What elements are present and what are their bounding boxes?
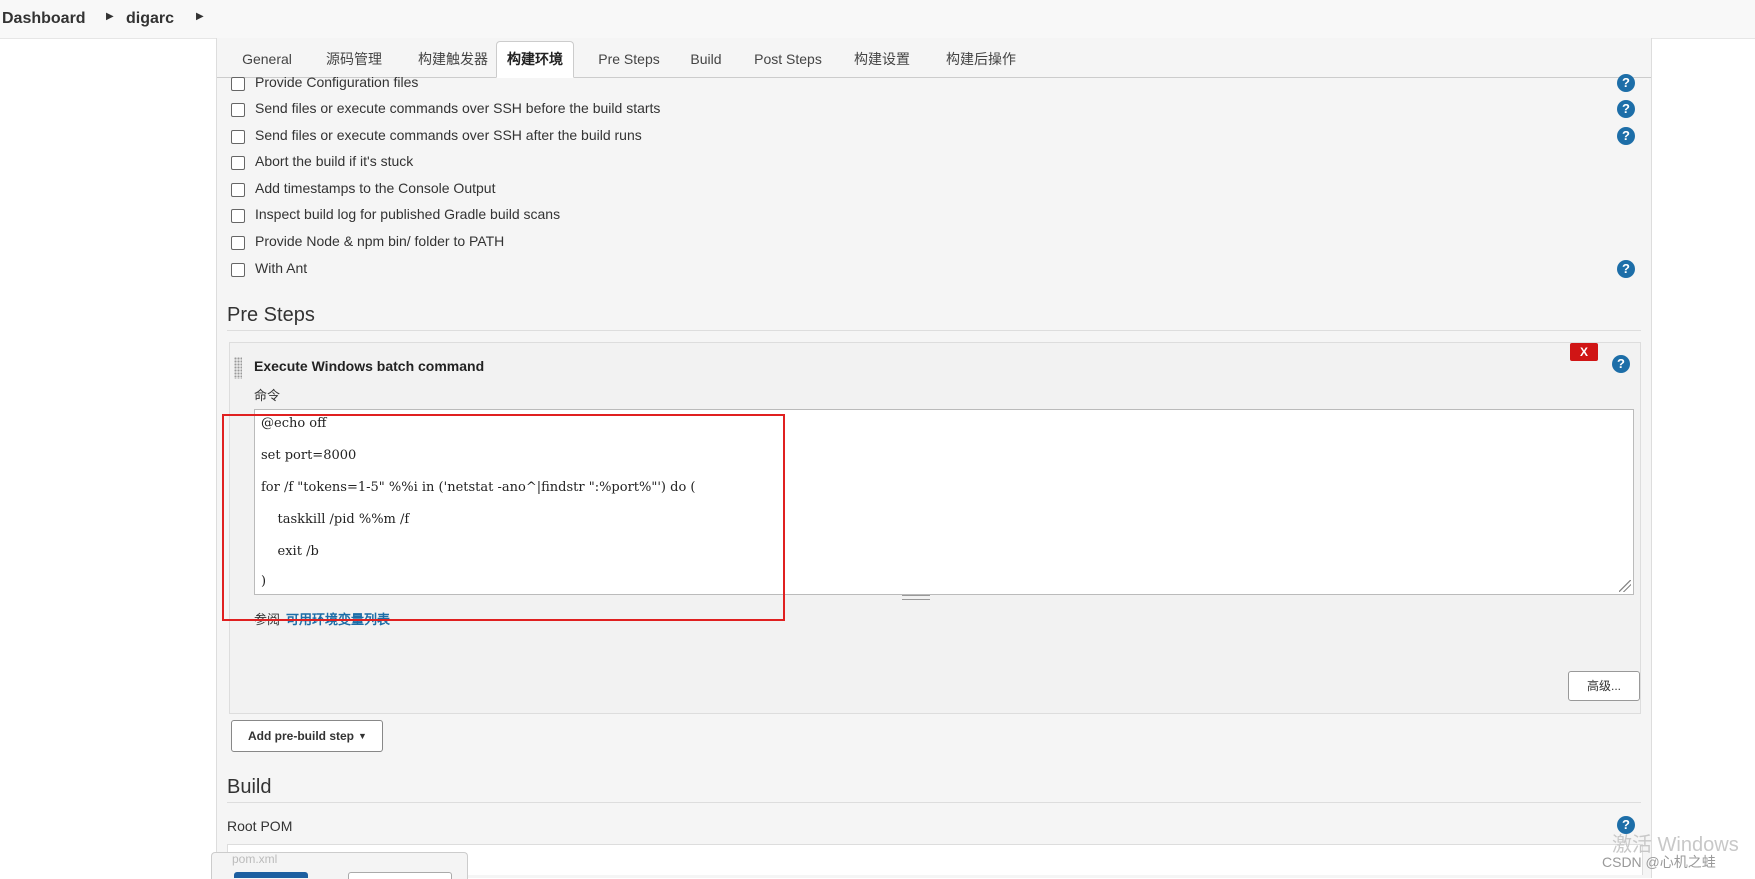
resize-handle-icon[interactable] <box>1619 580 1631 592</box>
help-icon[interactable]: ? <box>1617 100 1635 118</box>
step-title: Execute Windows batch command <box>254 358 485 374</box>
breadcrumb-bar: Dashboard ▶ digarc ▶ <box>0 0 1755 39</box>
config-tabs: General 源码管理 构建触发器 构建环境 Pre Steps Build … <box>217 38 1651 78</box>
breadcrumb-separator-icon[interactable]: ▶ <box>106 11 114 22</box>
add-step-label: Add pre-build step <box>248 729 354 743</box>
option-label: With Ant <box>255 260 308 276</box>
delete-step-button[interactable]: X <box>1570 343 1598 361</box>
reference-prefix: 参阅 <box>254 612 281 627</box>
help-icon[interactable]: ? <box>1617 127 1635 145</box>
csdn-watermark: CSDN @心机之蛙 <box>1602 854 1716 870</box>
option-checkbox[interactable] <box>231 209 245 223</box>
tab-pre-steps[interactable]: Pre Steps <box>587 42 671 76</box>
option-label: Send files or execute commands over SSH … <box>255 100 661 116</box>
help-icon[interactable]: ? <box>1612 355 1630 373</box>
option-checkbox[interactable] <box>231 156 245 170</box>
breadcrumb-digarc[interactable]: digarc <box>126 10 174 28</box>
tab-build-settings[interactable]: 构建设置 <box>839 42 925 76</box>
option-label: Add timestamps to the Console Output <box>255 180 496 196</box>
option-label: Abort the build if it's stuck <box>255 153 414 169</box>
drag-handle-icon[interactable] <box>234 357 242 379</box>
env-vars-link[interactable]: 可用环境变量列表 <box>286 609 390 628</box>
command-line: for /f "tokens=1-5" %%i in ('netstat -an… <box>261 480 696 495</box>
option-checkbox[interactable] <box>231 103 245 117</box>
section-divider <box>227 802 1641 803</box>
command-label: 命令 <box>254 388 281 403</box>
section-title-build: Build <box>227 776 272 798</box>
tab-build-environment[interactable]: 构建环境 <box>496 41 574 78</box>
tab-source-control[interactable]: 源码管理 <box>311 42 397 76</box>
config-panel: General 源码管理 构建触发器 构建环境 Pre Steps Build … <box>216 38 1652 878</box>
tab-general[interactable]: General <box>227 42 307 76</box>
command-line: @echo off <box>261 416 327 431</box>
caret-down-icon: ▼ <box>358 731 367 741</box>
command-line: set port=8000 <box>261 448 357 463</box>
breadcrumb-dashboard[interactable]: Dashboard <box>2 10 86 28</box>
option-label: Provide Configuration files <box>255 74 419 90</box>
command-line: taskkill /pid %%m /f <box>261 512 410 527</box>
option-label: Send files or execute commands over SSH … <box>255 127 642 143</box>
root-pom-label: Root POM <box>227 818 293 834</box>
root-pom-value: pom.xml <box>232 852 278 866</box>
help-icon[interactable]: ? <box>1617 74 1635 92</box>
textarea-grip-icon[interactable] <box>902 595 930 600</box>
pre-step-windows-batch: Execute Windows batch command X ? 命令 @ec… <box>229 342 1641 714</box>
add-pre-build-step-button[interactable]: Add pre-build step ▼ <box>231 720 383 752</box>
tab-post-steps[interactable]: Post Steps <box>741 42 835 76</box>
breadcrumb-separator-icon[interactable]: ▶ <box>196 11 204 22</box>
option-checkbox[interactable] <box>231 236 245 250</box>
help-icon[interactable]: ? <box>1617 260 1635 278</box>
command-textarea[interactable]: @echo off set port=8000 for /f "tokens=1… <box>254 409 1634 595</box>
option-checkbox[interactable] <box>231 183 245 197</box>
tab-build[interactable]: Build <box>675 42 737 76</box>
advanced-button[interactable]: 高级... <box>1568 671 1640 701</box>
option-checkbox[interactable] <box>231 263 245 277</box>
option-checkbox[interactable] <box>231 77 245 91</box>
command-line: exit /b <box>261 544 319 559</box>
section-divider <box>227 330 1641 331</box>
option-label: Inspect build log for published Gradle b… <box>255 206 561 222</box>
option-label: Provide Node & npm bin/ folder to PATH <box>255 233 505 249</box>
tab-post-build-actions[interactable]: 构建后操作 <box>929 42 1033 76</box>
save-button[interactable] <box>234 872 308 878</box>
section-title-pre-steps: Pre Steps <box>227 304 315 326</box>
tab-build-triggers[interactable]: 构建触发器 <box>401 42 505 76</box>
command-line: ) <box>261 574 267 589</box>
option-checkbox[interactable] <box>231 130 245 144</box>
